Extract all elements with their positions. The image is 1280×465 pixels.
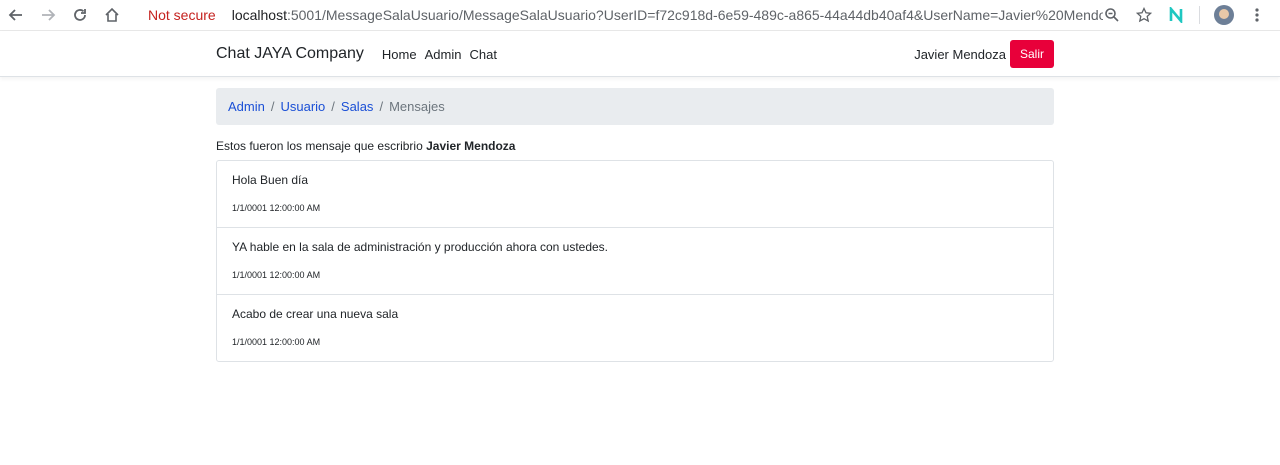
message-date: 1/1/0001 12:00:00 AM	[232, 203, 321, 213]
message-list: Hola Buen día 1/1/0001 12:00:00 AM YA ha…	[216, 160, 1054, 362]
brand-link[interactable]: Chat JAYA Company	[216, 45, 364, 63]
kebab-menu-icon	[1255, 8, 1259, 22]
breadcrumb-separator: /	[331, 99, 335, 114]
reload-icon	[74, 9, 86, 21]
nav-link-home[interactable]: Home	[382, 47, 417, 62]
message-date: 1/1/0001 12:00:00 AM	[232, 270, 321, 280]
breadcrumb-mensajes: Mensajes	[389, 99, 445, 114]
arrow-right-icon	[42, 9, 56, 21]
intro-text: Estos fueron los mensaje que escribrio J…	[216, 139, 1054, 155]
url-host: localhost	[231, 7, 287, 23]
zoom-icon	[1105, 8, 1119, 22]
breadcrumb-usuario[interactable]: Usuario	[280, 99, 325, 114]
message-text: Acabo de crear una nueva sala	[232, 307, 399, 321]
back-button[interactable]	[4, 3, 28, 27]
home-button[interactable]	[100, 3, 124, 27]
url-path: :5001/MessageSalaUsuario/MessageSalaUsua…	[286, 7, 1103, 23]
reload-button[interactable]	[68, 3, 92, 27]
nav-link-chat[interactable]: Chat	[469, 47, 496, 62]
current-user-name: Javier Mendoza	[914, 46, 1006, 62]
intro-prefix: Estos fueron los mensaje que escribrio	[216, 139, 427, 153]
extension-n-icon	[1169, 7, 1183, 23]
site-navbar: Chat JAYA Company Home Admin Chat Javier…	[0, 31, 1280, 77]
zoom-button[interactable]	[1103, 6, 1121, 24]
toolbar-divider	[1199, 6, 1200, 24]
intro-user: Javier Mendoza	[426, 139, 516, 153]
logout-button[interactable]: Salir	[1009, 40, 1054, 68]
breadcrumb-admin[interactable]: Admin	[228, 99, 265, 114]
not-secure-label: Not secure	[148, 7, 216, 23]
bookmark-button[interactable]	[1135, 6, 1153, 24]
breadcrumb: Admin / Usuario / Salas / Mensajes	[216, 88, 1054, 125]
arrow-left-icon	[8, 9, 22, 21]
message-item: Hola Buen día 1/1/0001 12:00:00 AM	[217, 161, 1053, 228]
profile-avatar[interactable]	[1214, 5, 1234, 25]
message-text: YA hable en la sala de administración y …	[232, 240, 609, 254]
home-icon	[105, 7, 119, 22]
message-text: Hola Buen día	[232, 173, 309, 187]
breadcrumb-separator: /	[270, 99, 275, 114]
breadcrumb-salas[interactable]: Salas	[341, 99, 374, 114]
star-icon	[1136, 7, 1152, 23]
message-date: 1/1/0001 12:00:00 AM	[232, 337, 321, 347]
nav-link-admin[interactable]: Admin	[425, 47, 462, 62]
main-content: Admin / Usuario / Salas / Mensajes Estos…	[216, 88, 1054, 362]
breadcrumb-separator: /	[379, 99, 384, 114]
avatar-face-icon	[1219, 9, 1229, 19]
address-bar[interactable]: Not secure localhost:5001/MessageSalaUsu…	[132, 1, 1103, 29]
browser-toolbar: Not secure localhost:5001/MessageSalaUsu…	[0, 0, 1280, 31]
extension-button[interactable]	[1167, 6, 1185, 24]
message-item: YA hable en la sala de administración y …	[217, 228, 1053, 295]
message-item: Acabo de crear una nueva sala 1/1/0001 1…	[217, 295, 1053, 361]
browser-menu-button[interactable]	[1248, 6, 1266, 24]
forward-button[interactable]	[36, 3, 60, 27]
